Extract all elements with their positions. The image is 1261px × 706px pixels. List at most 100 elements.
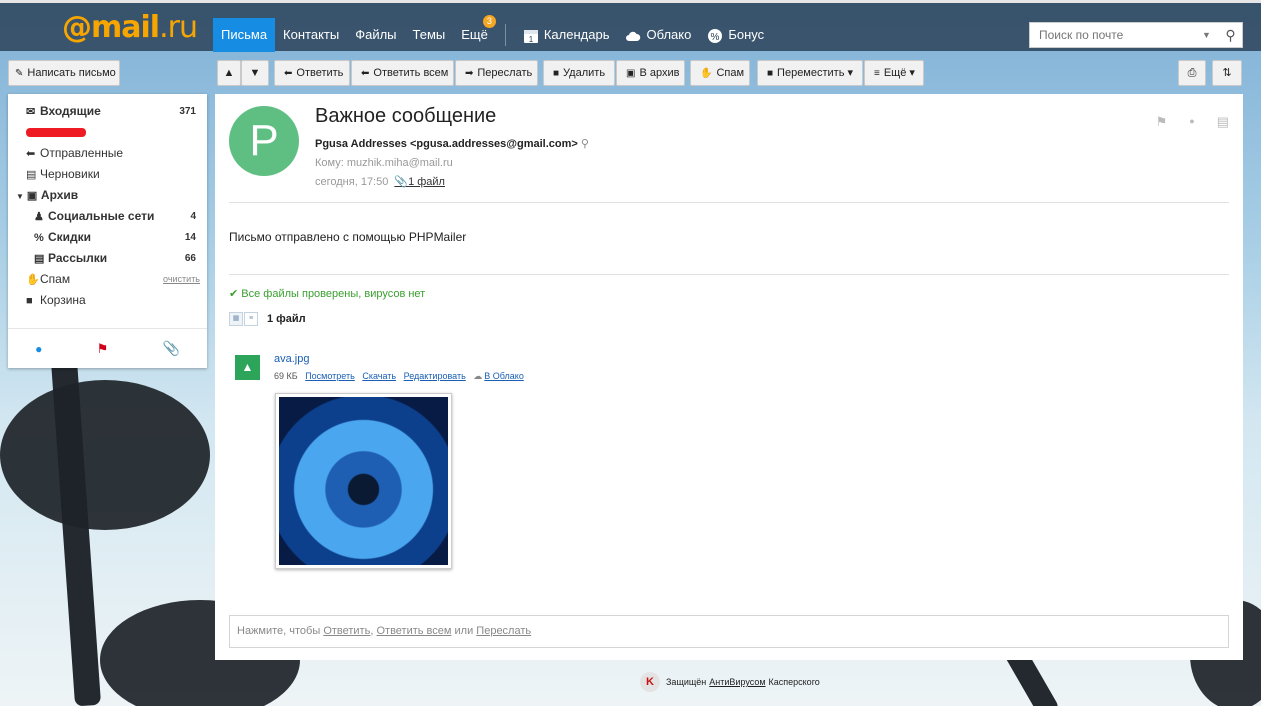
folder-discounts[interactable]: % Скидки 14 [8,227,207,248]
move-label: Переместить [777,67,845,79]
antivirus-link[interactable]: АнтиВирусом [709,677,765,687]
attachment-filter-icon[interactable]: 📎 [162,340,179,357]
nav-more[interactable]: Ещё 3 [453,15,496,52]
nav-divider [504,24,506,46]
search-input[interactable] [1030,23,1194,47]
message-body: Письмо отправлено с помощью PHPMailer [229,230,467,244]
nav-contacts[interactable]: Контакты [275,18,347,52]
to-cloud-link[interactable]: В Облако [484,371,524,381]
folder-spam-label: Спам [40,272,71,286]
folder-newsletters[interactable]: ▤ Рассылки 66 [8,248,207,269]
reply-all-button[interactable]: ⬅ Ответить всем [351,60,454,86]
chevron-down-icon: ▾ [909,67,915,79]
nav-themes[interactable]: Темы [405,18,454,52]
nav-files[interactable]: Файлы [347,18,404,52]
mail-ru-logo[interactable]: @mail.ru [62,10,198,45]
delete-button[interactable]: ■ Удалить [543,60,615,86]
edit-link[interactable]: Редактировать [404,371,466,381]
print-button[interactable]: ⎙ [1178,60,1206,86]
attachments-count: 1 файл [267,313,306,325]
prev-message-button[interactable]: ▲ [217,60,241,86]
forward-button[interactable]: ➡ Переслать [455,60,538,86]
folder-discounts-label: Скидки [48,230,92,244]
folder-archive[interactable]: ▼ ▣ Архив [8,185,207,206]
folder-spam[interactable]: ✋Спам очистить [8,269,207,290]
spam-label: Спам [716,67,745,79]
spam-button[interactable]: ✋ Спам [690,60,750,86]
folder-drafts[interactable]: ▤ Черновики [8,164,207,185]
nav-letters[interactable]: Письма [213,18,276,52]
grid-view-icon[interactable]: ▦ [229,312,243,326]
redaction-mark [26,128,86,138]
attachment-name[interactable]: ava.jpg [274,353,309,365]
protected-label: Защищён [666,677,707,687]
nav-cloud[interactable]: Облако [617,18,699,52]
cloud-upload-icon: ☁ [473,371,483,381]
trash-folder-icon: ■ [26,295,33,307]
sender-search-icon[interactable]: ⚲ [581,138,589,150]
quick-reply-box[interactable]: Нажмите, чтобы Ответить, Ответить всем и… [229,615,1229,648]
message-date: сегодня, 17:50 📎1 файл [315,175,445,188]
archive-icon: ▣ [626,68,636,79]
folder-inbox[interactable]: ✉ Входящие 371 [8,101,207,122]
clear-spam-link[interactable]: очистить [163,269,200,290]
search-options-icon[interactable]: ▼ [1194,30,1219,40]
nav-cloud-label: Облако [646,27,692,42]
next-message-button[interactable]: ▼ [241,60,269,86]
expand-icon: ⇅ [1222,67,1232,79]
folder-social[interactable]: ♟ Социальные сети 4 [8,206,207,227]
folders-sidebar: ✉ Входящие 371 ⬅ Отправленные ▤ Черновики ▼… [8,94,207,368]
view-link[interactable]: Посмотреть [305,371,355,381]
forward-label: Переслать [477,67,533,79]
compose-label: Написать письмо [27,67,116,79]
social-count: 4 [190,211,196,222]
arrow-down-icon: ▼ [249,67,261,79]
nav-bonus[interactable]: % Бонус [699,18,772,52]
message-recipient: Кому: muzhik.miha@mail.ru [315,157,453,169]
message-sender[interactable]: Pgusa Addresses <pgusa.addresses@gmail.c… [315,137,589,150]
move-button[interactable]: ■ Переместить ▾ [757,60,863,86]
envelope-icon: ✉ [26,106,36,118]
download-link[interactable]: Скачать [362,371,396,381]
attachment-thumbnail[interactable] [275,393,452,569]
svg-text:1: 1 [529,35,534,44]
compose-button[interactable]: ✎ Написать письмо [8,60,120,86]
archive-label: В архив [639,67,680,79]
search-box: ▼ ⚲ [1029,22,1243,48]
folder-trash[interactable]: ■ Корзина [8,290,207,311]
expand-button[interactable]: ⇅ [1212,60,1242,86]
message-subject: Важное сообщение [315,105,497,127]
body-divider [229,274,1229,275]
quick-reply-all-link[interactable]: Ответить всем [376,625,451,637]
calendar-small-icon[interactable]: ▤ [1217,114,1229,130]
header-divider [229,202,1229,203]
read-status-icon[interactable]: ● [1189,114,1194,130]
bonus-icon: % [708,28,723,43]
nav-calendar[interactable]: 1 Календарь [515,18,618,52]
folder-sent-label: Отправленные [40,146,124,160]
reply-all-icon: ⬅ [361,68,370,79]
reply-button[interactable]: ⬅ Ответить [274,60,350,86]
bookmark-icon[interactable]: ⚑ [1156,114,1168,130]
quick-reply-link[interactable]: Ответить [323,625,370,637]
quick-forward-link[interactable]: Переслать [476,625,531,637]
list-view-icon[interactable]: ≡ [244,312,258,326]
nav-calendar-label: Календарь [543,27,610,42]
sent-icon: ⬅ [26,148,36,160]
spam-icon: ✋ [700,68,713,79]
attachment-link-label: 1 файл [408,176,445,188]
chevron-down-icon: ▾ [847,67,854,79]
cloud-icon [626,31,641,41]
attachment-link[interactable]: 📎1 файл [394,176,445,188]
footer: K Защищён АнтиВирусом Касперского [640,672,820,692]
more-actions-button[interactable]: ≡ Ещё ▾ [864,60,924,86]
folder-redacted[interactable] [8,122,207,143]
folder-sent[interactable]: ⬅ Отправленные [8,143,207,164]
flagged-filter-icon[interactable]: ⚑ [97,341,109,357]
notification-badge: 3 [482,15,496,28]
menu-icon: ≡ [874,68,880,79]
unread-filter-icon[interactable]: ● [35,342,42,356]
kaspersky-label: Касперского [768,677,820,687]
archive-button[interactable]: ▣ В архив [616,60,685,86]
search-icon[interactable]: ⚲ [1219,27,1242,44]
